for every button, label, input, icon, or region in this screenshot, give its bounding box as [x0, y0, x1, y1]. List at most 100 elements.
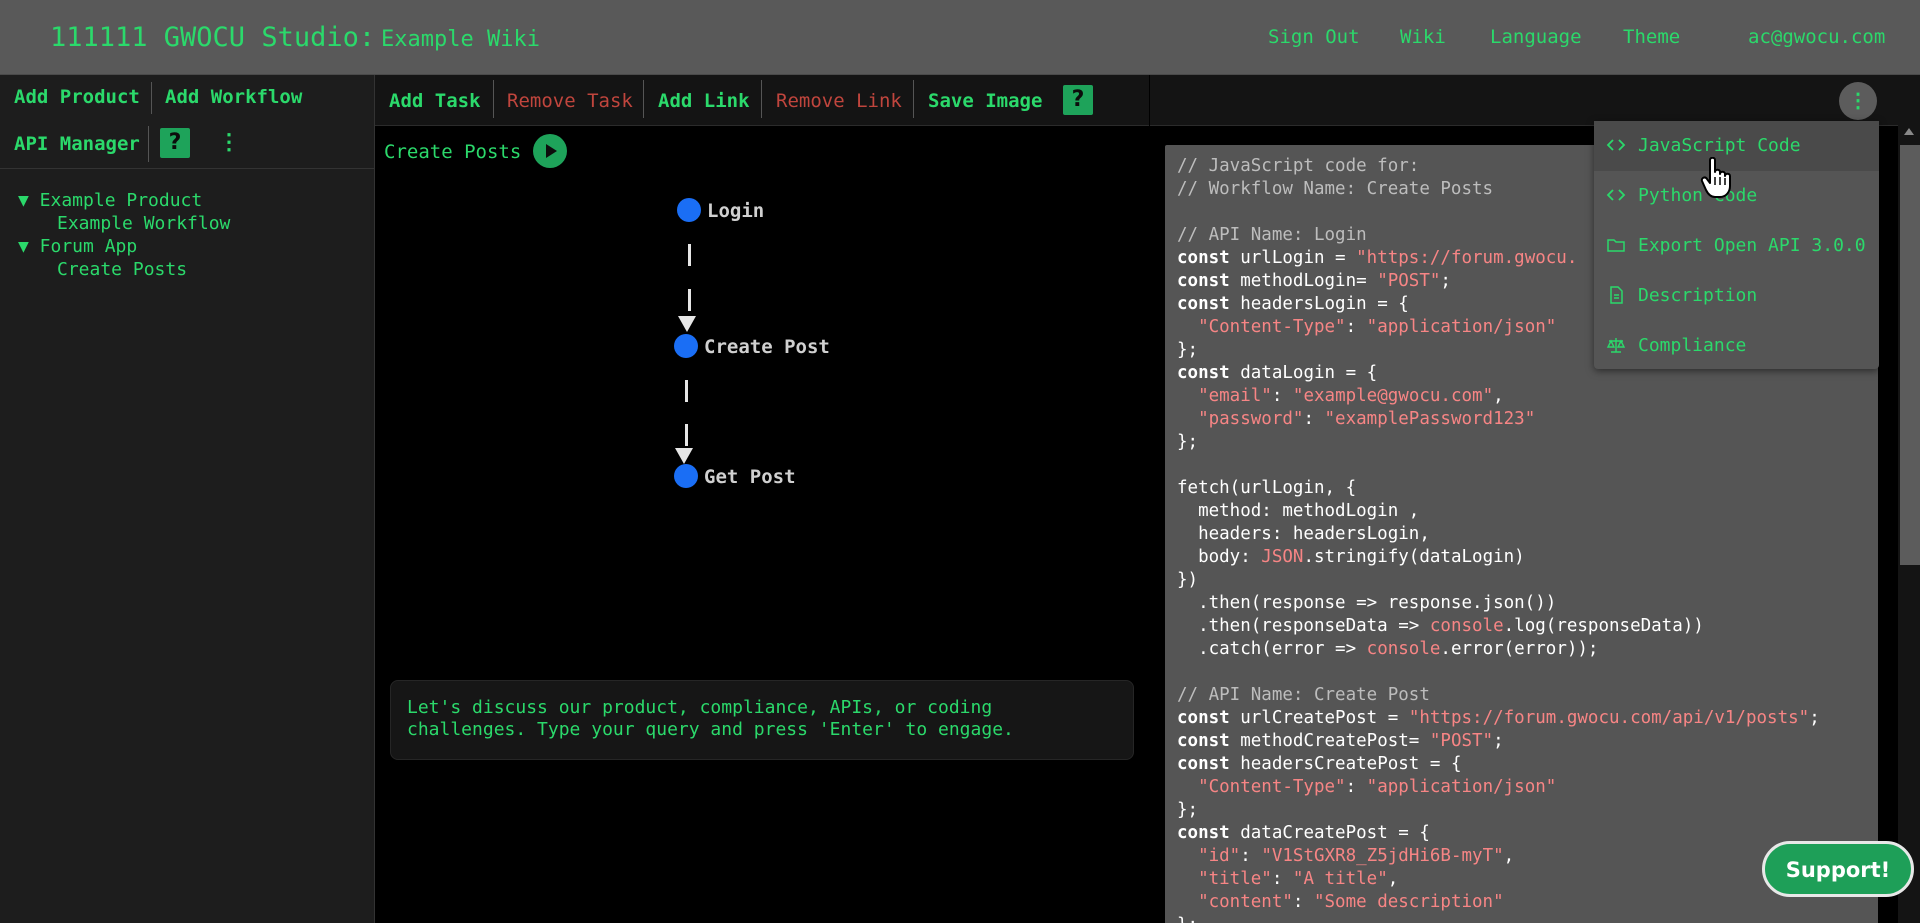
code-token: .catch(error =>: [1177, 639, 1367, 659]
theme-link[interactable]: Theme: [1623, 26, 1680, 48]
code-token: :: [1345, 317, 1367, 337]
remove-link-button[interactable]: Remove Link: [776, 90, 902, 112]
menu-item-description[interactable]: Description: [1594, 271, 1879, 321]
code-line: "content": "Some description": [1177, 891, 1866, 914]
code-token: .log(responseData)): [1503, 616, 1704, 636]
link-line: [688, 244, 691, 266]
task-label: Get Post: [704, 466, 796, 488]
toolbar-help-button[interactable]: ?: [1063, 85, 1093, 115]
code-line: const dataCreatePost = {: [1177, 822, 1866, 845]
task-node-login[interactable]: [677, 198, 701, 222]
code-token: const: [1177, 363, 1230, 383]
help-button[interactable]: ?: [160, 128, 190, 158]
code-token: // API Name: Create Post: [1177, 685, 1430, 705]
code-line: const headersCreatePost = {: [1177, 753, 1866, 776]
add-task-button[interactable]: Add Task: [389, 90, 481, 112]
code-token: ,: [1493, 386, 1504, 406]
api-manager-button[interactable]: API Manager: [14, 133, 140, 155]
code-line: headers: headersLogin,: [1177, 523, 1866, 546]
code-token: urlCreatePost =: [1229, 708, 1409, 728]
menu-item-javascript-code[interactable]: JavaScript Code: [1594, 121, 1879, 171]
add-workflow-button[interactable]: Add Workflow: [165, 86, 302, 108]
more-options-icon[interactable]: ⋮: [218, 132, 240, 154]
code-token: :: [1271, 386, 1293, 406]
tree-workflow-example[interactable]: Example Workflow: [57, 213, 230, 234]
code-token: // Workflow Name: Create Posts: [1177, 179, 1494, 199]
code-line: };: [1177, 431, 1866, 454]
code-token: .then(response => response.json()): [1177, 593, 1557, 613]
code-token: headers: headersLogin,: [1177, 524, 1430, 544]
divider: [151, 82, 152, 114]
code-token: const: [1177, 823, 1230, 843]
code-token: const: [1177, 271, 1230, 291]
code-line: "email": "example@gwocu.com",: [1177, 385, 1866, 408]
tree-product-forum[interactable]: ▼ Forum App: [18, 236, 137, 257]
menu-item-compliance[interactable]: Compliance: [1594, 321, 1879, 371]
code-token: "https://forum.gwocu.: [1356, 248, 1578, 268]
code-token: console: [1366, 639, 1441, 659]
code-options-button[interactable]: ⋮: [1839, 82, 1877, 120]
tree-product-example[interactable]: ▼ Example Product: [18, 190, 202, 211]
code-token: const: [1177, 294, 1230, 314]
divider: [761, 80, 762, 118]
code-token: const: [1177, 708, 1230, 728]
code-export-menu: JavaScript Code Python Code Export Open …: [1594, 121, 1879, 369]
code-token: const: [1177, 248, 1230, 268]
code-token: "id": [1198, 846, 1241, 866]
code-token: methodCreatePost=: [1229, 731, 1430, 751]
code-token: headersLogin = {: [1229, 294, 1409, 314]
code-token: dataLogin = {: [1229, 363, 1378, 383]
code-token: console: [1429, 616, 1504, 636]
task-node-get-post[interactable]: [674, 464, 698, 488]
task-node-create-post[interactable]: [674, 334, 698, 358]
language-link[interactable]: Language: [1490, 26, 1582, 48]
menu-item-label: JavaScript Code: [1638, 135, 1801, 156]
support-button[interactable]: Support!: [1762, 841, 1914, 897]
account-link[interactable]: ac@gwocu.com: [1748, 26, 1885, 48]
code-token: .then(responseData =>: [1177, 616, 1430, 636]
code-token: .error(error));: [1440, 639, 1599, 659]
code-line: // API Name: Create Post: [1177, 684, 1866, 707]
add-product-button[interactable]: Add Product: [14, 86, 140, 108]
code-token: "password": [1198, 409, 1304, 429]
code-token: "Content-Type": [1198, 317, 1346, 337]
link-line: [685, 380, 688, 402]
chat-placeholder: Let's discuss our product, compliance, A…: [407, 697, 1014, 740]
wiki-name: Example Wiki: [381, 27, 540, 52]
scroll-up-arrow[interactable]: [1904, 128, 1914, 135]
code-token: ;: [1440, 271, 1451, 291]
code-token: "V1StGXR8_Z5jdHi6B-myT": [1261, 846, 1504, 866]
code-token: body:: [1177, 547, 1262, 567]
code-token: }): [1177, 570, 1199, 590]
remove-task-button[interactable]: Remove Task: [507, 90, 633, 112]
menu-item-export-openapi[interactable]: Export Open API 3.0.0: [1594, 221, 1879, 271]
run-workflow-button[interactable]: [533, 134, 567, 168]
code-token: ;: [1809, 708, 1820, 728]
code-token: "title": [1198, 869, 1272, 889]
tree-workflow-create-posts[interactable]: Create Posts: [57, 259, 187, 280]
code-token: // JavaScript code for:: [1177, 156, 1420, 176]
code-token: "example@gwocu.com": [1292, 386, 1494, 406]
add-link-button[interactable]: Add Link: [658, 90, 750, 112]
menu-item-python-code[interactable]: Python Code: [1594, 171, 1879, 221]
code-line: }): [1177, 569, 1866, 592]
code-token: ,: [1387, 869, 1399, 889]
scrollbar-thumb[interactable]: [1900, 145, 1920, 565]
code-line: "password": "examplePassword123": [1177, 408, 1866, 431]
menu-item-label: Compliance: [1638, 335, 1747, 356]
task-label: Login: [707, 200, 765, 222]
code-line: "Content-Type": "application/json": [1177, 776, 1866, 799]
sign-out-link[interactable]: Sign Out: [1268, 26, 1360, 48]
save-image-button[interactable]: Save Image: [928, 90, 1042, 112]
wiki-link[interactable]: Wiki: [1400, 26, 1446, 48]
code-token: :: [1303, 409, 1325, 429]
folder-icon: [1606, 235, 1628, 257]
code-token: };: [1177, 340, 1199, 360]
chat-input[interactable]: Let's discuss our product, compliance, A…: [390, 680, 1134, 760]
